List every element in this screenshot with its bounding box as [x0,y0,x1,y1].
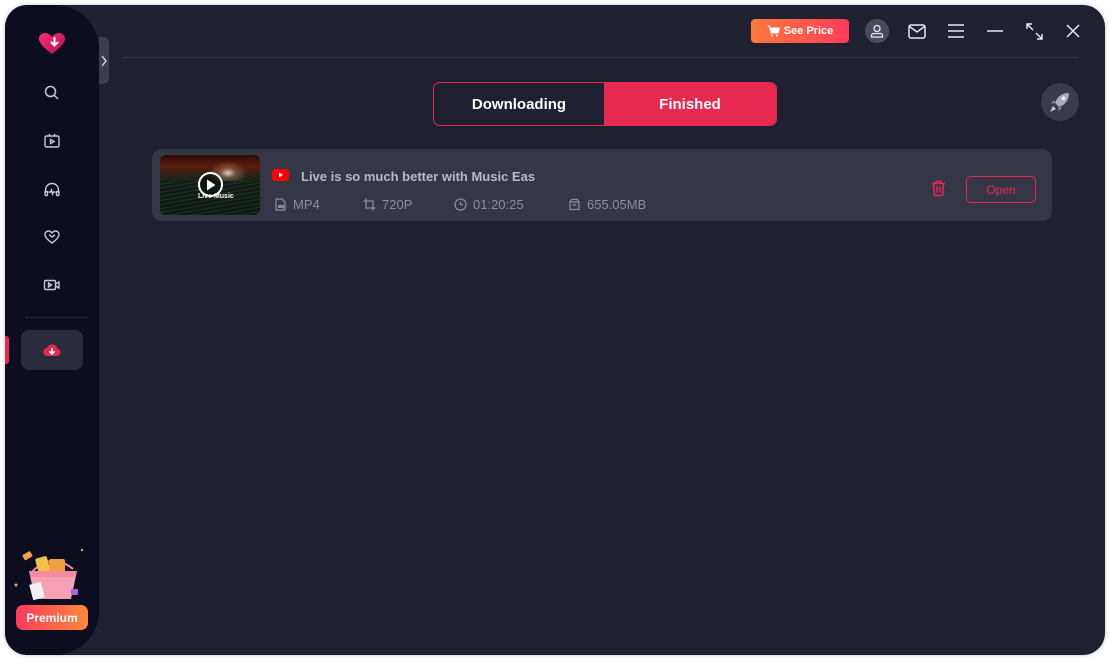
tv-play-icon [44,133,60,148]
size-value: 655.05MB [587,197,647,212]
download-tabs: Downloading Finished [433,82,777,126]
delete-button[interactable] [930,179,946,197]
sidebar-expand-button[interactable] [99,37,109,84]
minimize-icon [987,30,1003,32]
sidebar-item-music[interactable] [37,174,67,204]
duration-value: 01:20:25 [473,197,524,212]
sidebar-divider [26,317,88,318]
see-price-label: See Price [783,25,834,37]
maximize-button[interactable] [1022,19,1046,43]
tab-finished[interactable]: Finished [604,83,776,125]
duration-meta: 01:20:25 [454,197,524,212]
cart-icon [767,25,780,37]
clock-icon [454,198,467,211]
sidebar-item-search[interactable] [37,78,67,108]
mail-icon [908,23,926,39]
heart-icon [44,230,60,244]
premium-basket-illustration [14,548,84,601]
video-thumbnail[interactable]: Live Music [160,155,260,215]
format-value: MP4 [293,197,320,212]
close-button[interactable] [1061,19,1085,43]
format-meta: MP4 [274,197,320,212]
user-icon [870,24,884,38]
maximize-icon [1025,22,1043,40]
app-window: Premium See Price Downloading Finished L… [5,5,1105,655]
open-button[interactable]: Open [966,176,1036,203]
active-indicator [5,336,9,364]
app-logo-icon [39,33,65,54]
premium-button[interactable]: Premium [16,605,88,630]
menu-button[interactable] [944,19,968,43]
search-icon [44,85,59,100]
youtube-icon [272,169,289,181]
trash-icon [931,180,945,196]
minimize-button[interactable] [983,19,1007,43]
play-icon [206,179,215,190]
tab-downloading[interactable]: Downloading [434,83,604,125]
resolution-meta: 720P [363,197,412,212]
sidebar-item-record[interactable] [37,270,67,300]
boost-button[interactable] [1041,83,1079,121]
resolution-value: 720P [382,197,413,212]
menu-icon [948,24,964,38]
see-price-button[interactable]: See Price [751,19,849,43]
sidebar-item-downloads[interactable] [21,330,83,370]
file-icon [275,198,286,211]
crop-icon [363,198,376,211]
play-button[interactable] [198,172,223,197]
mail-button[interactable] [905,19,929,43]
chevron-right-icon [101,55,107,66]
cloud-download-icon [43,344,61,357]
account-button[interactable] [865,19,889,43]
storage-icon [569,198,580,211]
close-icon [1066,24,1080,38]
video-title: Live is so much better with Music Eas [301,169,536,184]
size-meta: 655.05MB [568,197,646,212]
rocket-icon [1050,93,1069,112]
titlebar-divider [123,57,1079,58]
sidebar-item-video[interactable] [37,126,67,156]
sidebar: Premium [5,5,99,655]
video-camera-icon [43,279,60,291]
headphones-icon [44,182,60,197]
download-item: Live Music Live is so much better with M… [152,149,1052,221]
sidebar-item-favorites[interactable] [37,222,67,252]
